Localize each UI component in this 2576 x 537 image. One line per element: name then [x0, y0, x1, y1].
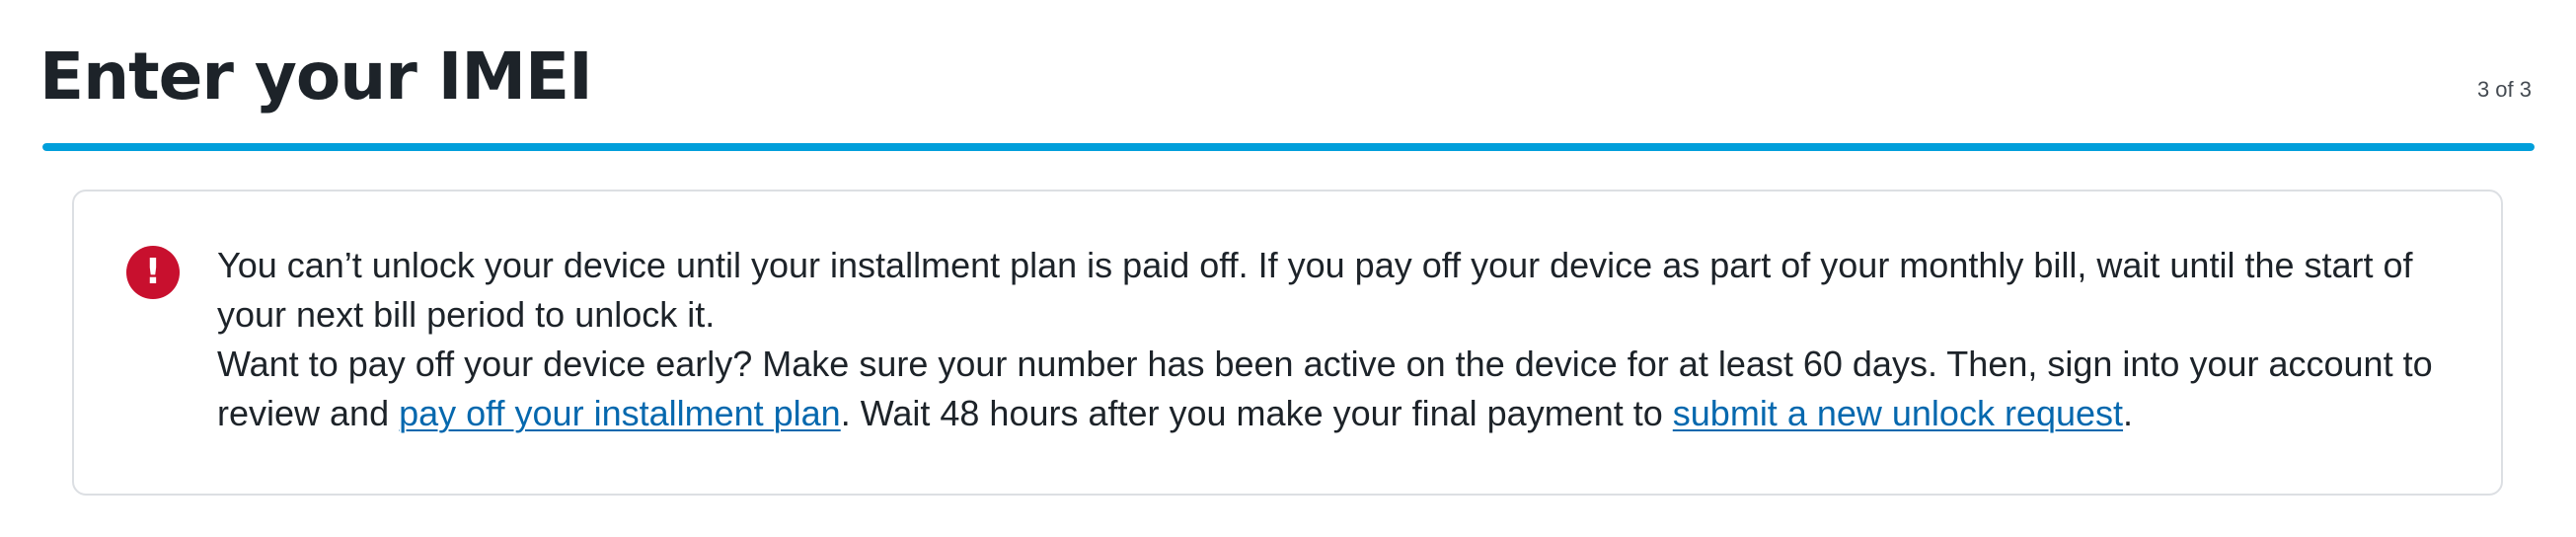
page-title: Enter your IMEI: [39, 38, 593, 115]
alert-text-suffix: .: [2123, 393, 2134, 433]
progress-bar-fill: [42, 143, 2535, 151]
error-icon: !: [126, 246, 180, 299]
alert-text-line2: Want to pay off your device early? Make …: [217, 340, 2467, 438]
step-counter: 3 of 3: [2476, 77, 2532, 102]
alert-text-line1: You can’t unlock your device until your …: [217, 245, 2413, 335]
alert-text-middle: . Wait 48 hours after you make your fina…: [840, 393, 1673, 433]
installment-alert: ! You can’t unlock your device until you…: [72, 190, 2503, 496]
alert-message: You can’t unlock your device until your …: [217, 241, 2467, 438]
page-header: Enter your IMEI 3 of 3: [39, 0, 2532, 148]
submit-unlock-request-link[interactable]: submit a new unlock request: [1673, 393, 2123, 433]
progress-bar: [42, 143, 2535, 151]
pay-off-installment-plan-link[interactable]: pay off your installment plan: [399, 393, 841, 433]
